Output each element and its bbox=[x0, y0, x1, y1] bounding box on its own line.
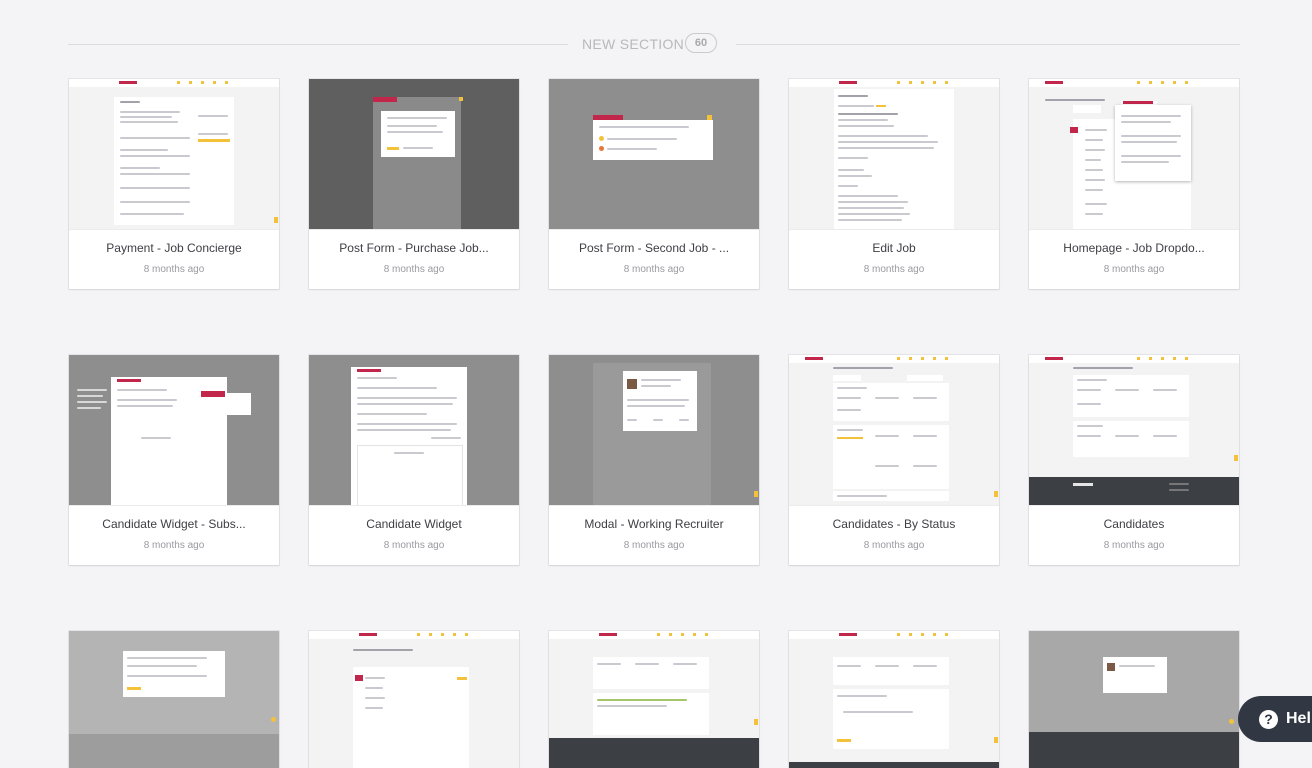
screen-thumbnail bbox=[549, 79, 759, 230]
screen-thumbnail bbox=[789, 355, 999, 506]
card-title: Candidates - By Status bbox=[832, 517, 956, 531]
card-timestamp: 8 months ago bbox=[623, 264, 685, 275]
card-title: Post Form - Purchase Job... bbox=[339, 241, 489, 255]
screen-card[interactable]: Candidates - By Status 8 months ago bbox=[789, 355, 999, 565]
screen-thumbnail bbox=[1029, 79, 1239, 230]
help-label: Hel bbox=[1286, 710, 1311, 727]
divider-left bbox=[68, 44, 568, 45]
card-timestamp: 8 months ago bbox=[1103, 264, 1165, 275]
screen-thumbnail bbox=[789, 631, 999, 768]
screen-thumbnail bbox=[309, 631, 519, 768]
card-title: Edit Job bbox=[872, 241, 916, 255]
card-title: Modal - Working Recruiter bbox=[584, 517, 724, 531]
card-timestamp: 8 months ago bbox=[143, 264, 205, 275]
screen-thumbnail bbox=[549, 631, 759, 768]
screen-thumbnail bbox=[69, 355, 279, 506]
screen-card[interactable]: Edit Job 8 months ago bbox=[789, 79, 999, 289]
card-title: Candidate Widget bbox=[366, 517, 462, 531]
screen-card[interactable]: Candidate Widget 8 months ago bbox=[309, 355, 519, 565]
screen-card[interactable]: Payment - Job Concierge 8 months ago bbox=[69, 79, 279, 289]
screen-card[interactable]: Candidates 8 months ago bbox=[1029, 355, 1239, 565]
screen-thumbnail bbox=[1029, 631, 1239, 768]
section-title: NEW SECTION bbox=[582, 36, 685, 52]
screen-card[interactable] bbox=[69, 631, 279, 768]
section-header: NEW SECTION 60 bbox=[68, 30, 1240, 60]
screen-card[interactable]: Homepage - Job Dropdo... 8 months ago bbox=[1029, 79, 1239, 289]
screen-thumbnail bbox=[789, 79, 999, 230]
card-timestamp: 8 months ago bbox=[623, 540, 685, 551]
card-timestamp: 8 months ago bbox=[863, 540, 925, 551]
card-timestamp: 8 months ago bbox=[863, 264, 925, 275]
question-icon: ? bbox=[1259, 710, 1278, 729]
card-timestamp: 8 months ago bbox=[143, 540, 205, 551]
divider-right bbox=[736, 44, 1240, 45]
section-count-badge: 60 bbox=[685, 33, 717, 53]
screen-thumbnail bbox=[309, 355, 519, 506]
screen-card[interactable] bbox=[309, 631, 519, 768]
screen-thumbnail bbox=[549, 355, 759, 506]
card-title: Candidate Widget - Subs... bbox=[102, 517, 246, 531]
screen-thumbnail bbox=[69, 79, 279, 230]
screen-card[interactable] bbox=[549, 631, 759, 768]
screen-card[interactable] bbox=[789, 631, 999, 768]
card-timestamp: 8 months ago bbox=[383, 264, 445, 275]
card-title: Post Form - Second Job - ... bbox=[578, 241, 730, 255]
screen-thumbnail bbox=[69, 631, 279, 768]
screen-thumbnail bbox=[309, 79, 519, 230]
screen-card[interactable] bbox=[1029, 631, 1239, 768]
screen-card[interactable]: Candidate Widget - Subs... 8 months ago bbox=[69, 355, 279, 565]
screen-card[interactable]: Post Form - Purchase Job... 8 months ago bbox=[309, 79, 519, 289]
card-title: Payment - Job Concierge bbox=[106, 241, 242, 255]
screen-card[interactable]: Post Form - Second Job - ... 8 months ag… bbox=[549, 79, 759, 289]
help-button[interactable]: ? Hel bbox=[1238, 696, 1312, 742]
card-title: Homepage - Job Dropdo... bbox=[1063, 241, 1205, 255]
card-timestamp: 8 months ago bbox=[383, 540, 445, 551]
screen-card[interactable]: Modal - Working Recruiter 8 months ago bbox=[549, 355, 759, 565]
card-timestamp: 8 months ago bbox=[1103, 540, 1165, 551]
screen-thumbnail bbox=[1029, 355, 1239, 506]
card-title: Candidates bbox=[1103, 517, 1165, 531]
